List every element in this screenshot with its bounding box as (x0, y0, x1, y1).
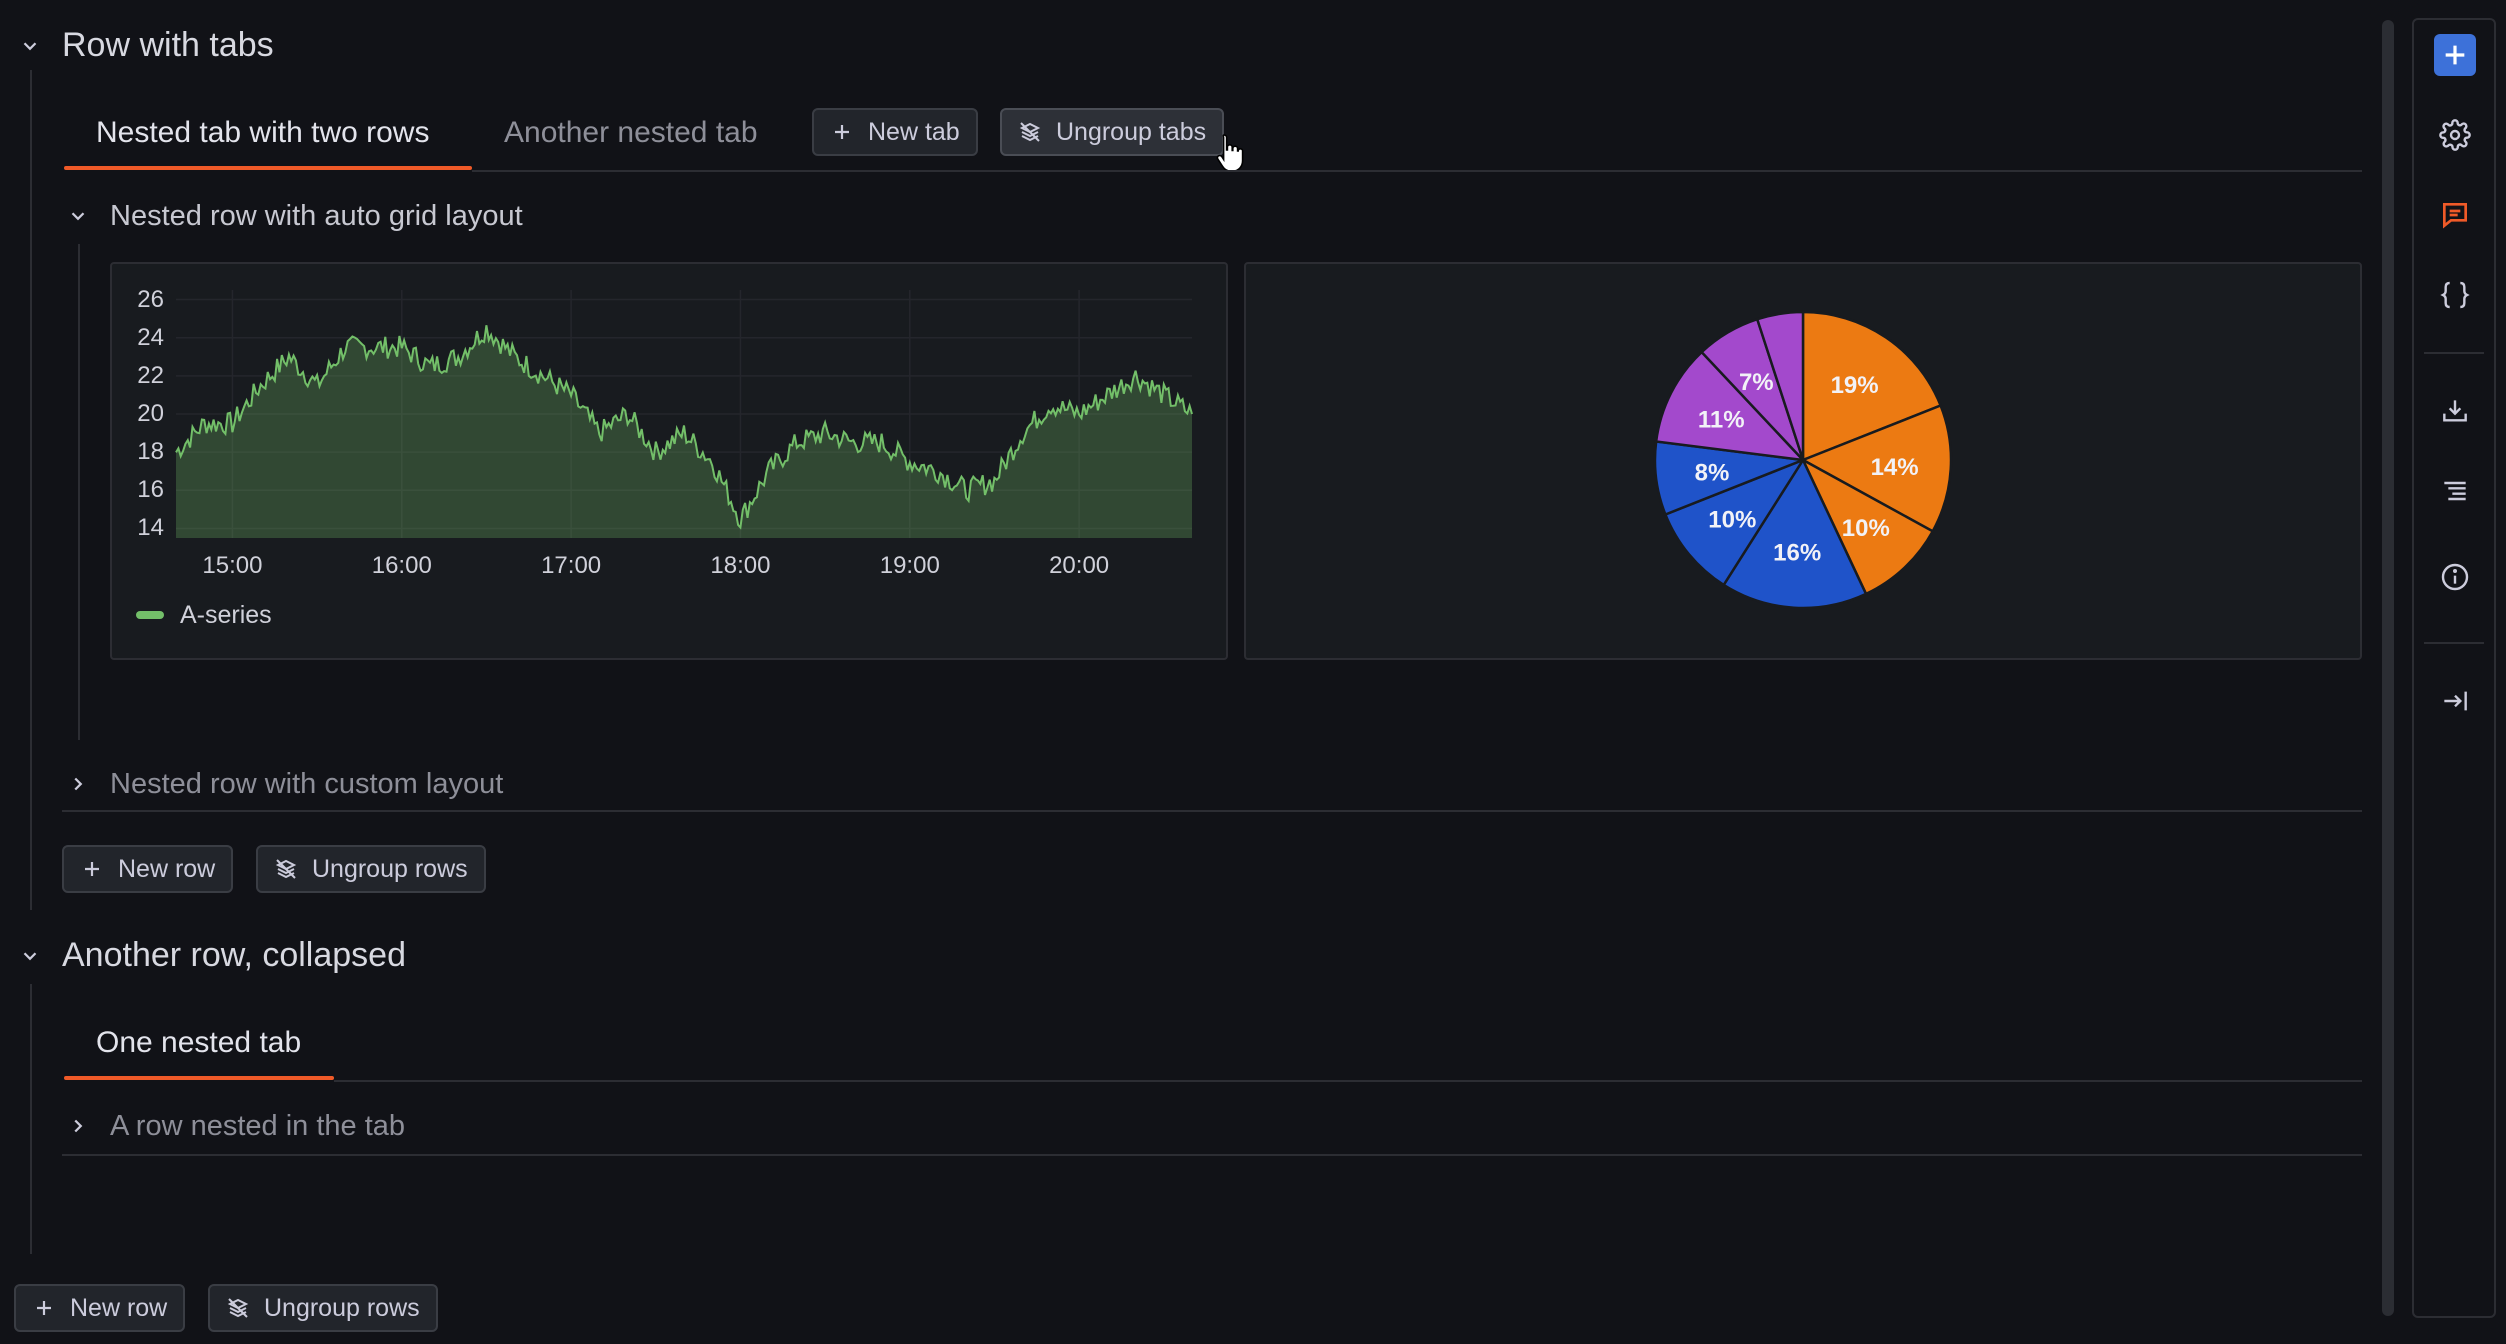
plus-icon (37, 1301, 51, 1315)
row-collapse-chevron-2[interactable] (14, 940, 46, 972)
tabs-divider (472, 170, 2362, 172)
download-icon (2443, 400, 2467, 422)
row-guide-line (30, 70, 32, 910)
braces-icon (2440, 281, 2470, 309)
pie-chart: 19% 14% 10% 16% 10% 8% 11% 7% (1653, 310, 1953, 610)
vertical-scrollbar[interactable] (2382, 20, 2394, 1316)
pie-slice-label: 7% (1739, 369, 1774, 396)
x-tick-label: 19:00 (879, 552, 940, 579)
x-tick-label: 16:00 (371, 552, 432, 579)
nested-row-title[interactable]: Nested row with auto grid layout (110, 200, 523, 233)
info-button[interactable] (2434, 556, 2476, 598)
y-tick-label: 24 (137, 323, 164, 351)
tab-nested-two-rows[interactable]: Nested tab with two rows (96, 116, 429, 150)
chevron-right-icon (74, 777, 83, 791)
nested-row-title-tab[interactable]: A row nested in the tab (110, 1110, 405, 1143)
chevron-down-icon (23, 42, 37, 51)
y-tick-label: 16 (137, 476, 164, 504)
active-tab-indicator-2 (64, 1076, 334, 1080)
add-button[interactable] (2434, 34, 2476, 76)
mouse-cursor-icon (1216, 134, 1244, 172)
comment-icon (2443, 203, 2467, 229)
row-collapse-chevron[interactable] (14, 30, 46, 62)
legend-swatch (136, 611, 164, 619)
active-tab-indicator (64, 166, 472, 170)
settings-button[interactable] (2434, 114, 2476, 156)
pie-slice-label: 19% (1831, 372, 1879, 399)
info-icon (2441, 563, 2469, 591)
new-row-label: New row (118, 854, 216, 883)
y-tick-label: 20 (137, 400, 164, 427)
x-tick-label: 17:00 (541, 552, 602, 579)
plus-icon (85, 862, 99, 876)
plus-icon (835, 125, 849, 139)
ungroup-icon (227, 1298, 249, 1318)
y-tick-label: 14 (137, 514, 164, 542)
toolbar-divider-2 (2424, 642, 2484, 644)
comments-button[interactable] (2434, 194, 2476, 236)
plus-icon (2445, 45, 2465, 65)
collapse-sidebar-icon (2444, 691, 2467, 711)
timeseries-chart (175, 290, 1193, 538)
ungroup-rows-button-bottom[interactable]: Ungroup rows (208, 1284, 438, 1332)
row-guide-line-2 (30, 984, 32, 1254)
y-tick-label: 26 (137, 285, 164, 313)
nested-row-title-custom[interactable]: Nested row with custom layout (110, 768, 503, 801)
tabs-divider-2 (334, 1080, 2362, 1082)
nested-row-expand-chevron[interactable] (62, 768, 94, 800)
nested-row-divider (62, 810, 2362, 812)
nested-row-divider-2 (62, 1154, 2362, 1156)
new-row-button[interactable]: New row (62, 845, 234, 893)
pie-slice-label: 16% (1773, 540, 1821, 567)
collapse-sidebar-button[interactable] (2434, 680, 2476, 722)
ungroup-rows-label-bottom: Ungroup rows (264, 1293, 420, 1322)
x-tick-label: 18:00 (710, 552, 771, 579)
ungroup-icon (275, 859, 297, 879)
chevron-down-icon (23, 952, 37, 961)
tab-one-nested[interactable]: One nested tab (96, 1026, 301, 1060)
new-tab-button[interactable]: New tab (812, 108, 978, 156)
pie-slice-label: 11% (1698, 406, 1745, 433)
new-row-button-bottom[interactable]: New row (14, 1284, 186, 1332)
ungroup-rows-label: Ungroup rows (312, 854, 468, 883)
pie-slice-label: 10% (1708, 507, 1756, 534)
tab-another-nested[interactable]: Another nested tab (504, 116, 758, 150)
nested-row-expand-chevron-2[interactable] (62, 1110, 94, 1142)
x-tick-label: 15:00 (202, 552, 263, 579)
row-title[interactable]: Row with tabs (62, 26, 274, 65)
legend-a-series[interactable]: A-series (180, 601, 272, 630)
nested-row-chevron[interactable] (62, 200, 94, 232)
new-tab-label: New tab (868, 117, 960, 146)
pie-slice-label: 14% (1871, 454, 1919, 481)
ungroup-tabs-label: Ungroup tabs (1056, 117, 1207, 146)
nested-row-guide-line (78, 244, 80, 740)
y-tick-label: 22 (137, 361, 164, 389)
ungroup-rows-button[interactable]: Ungroup rows (256, 845, 486, 893)
new-row-label-bottom: New row (70, 1293, 168, 1322)
json-model-button[interactable] (2434, 274, 2476, 316)
chevron-down-icon (71, 212, 85, 221)
toolbar-divider (2424, 352, 2484, 354)
outline-button[interactable] (2434, 470, 2476, 512)
ungroup-tabs-button[interactable]: Ungroup tabs (1000, 108, 1225, 156)
pie-slice-label: 10% (1842, 515, 1890, 542)
y-tick-label: 18 (137, 438, 164, 466)
outline-icon (2444, 481, 2466, 501)
row-title-2[interactable]: Another row, collapsed (62, 936, 406, 975)
pie-slice-label: 8% (1695, 460, 1730, 487)
x-tick-label: 20:00 (1049, 552, 1110, 579)
ungroup-icon (1019, 122, 1041, 142)
chevron-right-icon (74, 1119, 83, 1133)
export-button[interactable] (2434, 390, 2476, 432)
gear-icon (2439, 119, 2471, 151)
